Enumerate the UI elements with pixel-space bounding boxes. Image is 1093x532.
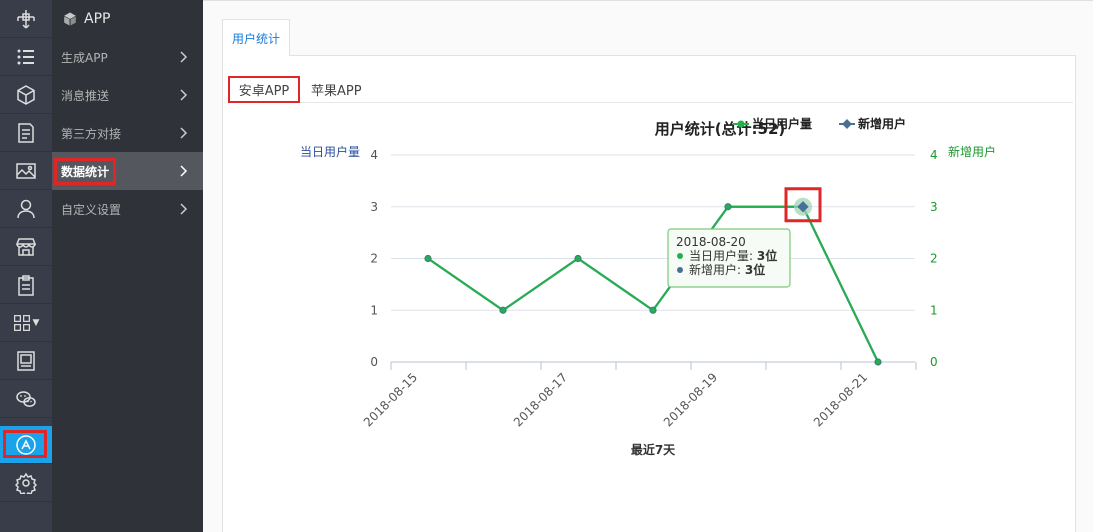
x-tick-label: 2018-08-19 (661, 370, 720, 429)
submenu-item-label: 消息推送 (61, 88, 110, 103)
y-tick-label-left: 3 (370, 200, 378, 214)
tooltip-row-value: 3位 (745, 262, 765, 277)
submenu-item-label: 数据统计 (54, 157, 117, 185)
tooltip-row-value: 3位 (757, 248, 777, 263)
document-icon[interactable] (0, 114, 52, 152)
cube-icon[interactable] (0, 76, 52, 114)
data-point (875, 359, 881, 365)
legend-label: 新增用户 (858, 116, 906, 131)
data-point (575, 256, 581, 261)
store-icon[interactable] (0, 228, 52, 266)
tab-user-statistics[interactable]: 用户统计 (222, 19, 291, 56)
clipboard-icon[interactable] (0, 266, 52, 304)
y-tick-label-left: 1 (370, 303, 378, 317)
submenu-item-statistics[interactable]: 数据统计 (52, 152, 203, 190)
legend-marker (842, 119, 852, 129)
legend-marker (737, 120, 745, 128)
data-point (425, 256, 431, 261)
chart-legend: 当日用户量 新增用户 (733, 116, 906, 131)
series-line (427, 205, 879, 363)
x-tick-label: 2018-08-15 (361, 370, 420, 429)
submenu-header: APP (52, 0, 203, 38)
tooltip-marker (677, 267, 683, 273)
submenu-item-push[interactable]: 消息推送 (52, 76, 203, 114)
tooltip-row-label: 新增用户: (689, 262, 745, 277)
settings-icon[interactable] (0, 464, 52, 502)
tooltip-row-label: 当日用户量: (689, 248, 757, 263)
y-tick-label-right: 4 (930, 148, 938, 162)
y-axis-right-label: 新增用户 (948, 144, 996, 159)
grid-icon[interactable]: ▼ (0, 304, 52, 342)
chart-tooltip: 2018-08-20 当日用户量: 3位 新增用户: 3位 (667, 228, 791, 288)
submenu: APP 生成APP 消息推送 第三方对接 数据统计 自定义设置 (52, 0, 203, 532)
submenu-item-label: 生成APP (61, 50, 108, 65)
x-tick-label: 2018-08-17 (511, 370, 570, 429)
chevron-right-icon (180, 165, 188, 177)
chevron-right-icon (180, 203, 188, 215)
user-icon[interactable] (0, 190, 52, 228)
app-store-icon[interactable] (0, 426, 52, 464)
y-tick-label-right: 1 (930, 303, 938, 317)
y-tick-label-right: 0 (930, 355, 938, 369)
y-tick-label-left: 4 (370, 148, 378, 162)
main-content: 用户统计 安卓APP 苹果APP 用户统计(总计:52) 当日用户量 新增用户 … (203, 0, 1093, 532)
submenu-item-third-party[interactable]: 第三方对接 (52, 114, 203, 152)
icon-rail: ▼ (0, 0, 52, 532)
y-tick-label-right: 2 (930, 252, 938, 266)
data-point (725, 204, 731, 210)
book-icon[interactable] (0, 342, 52, 380)
y-axis-left-label: 当日用户量 (300, 144, 360, 159)
cube-icon (64, 12, 76, 26)
tooltip-date: 2018-08-20 (676, 235, 746, 249)
compass-icon[interactable] (0, 0, 52, 38)
image-icon[interactable] (0, 152, 52, 190)
y-tick-label-left: 0 (370, 355, 378, 369)
chevron-down-icon: ▼ (32, 317, 40, 328)
chevron-right-icon (180, 127, 188, 139)
legend-label: 当日用户量 (752, 116, 812, 131)
series-line (427, 205, 879, 363)
data-point (500, 307, 506, 313)
submenu-item-label: 第三方对接 (61, 126, 122, 141)
data-point (650, 307, 656, 313)
y-tick-label-left: 2 (370, 252, 378, 266)
chevron-right-icon (180, 51, 188, 63)
submenu-item-custom-settings[interactable]: 自定义设置 (52, 190, 203, 228)
submenu-item-generate-app[interactable]: 生成APP (52, 38, 203, 76)
tooltip-marker (677, 253, 683, 259)
x-tick-label: 2018-08-21 (811, 370, 870, 429)
highlight-box (3, 430, 47, 458)
submenu-item-label: 自定义设置 (61, 202, 122, 217)
tooltip-row: 新增用户: 3位 (689, 262, 765, 277)
tooltip-row: 当日用户量: 3位 (689, 248, 777, 263)
y-tick-label-right: 3 (930, 200, 938, 214)
list-icon[interactable] (0, 38, 52, 76)
submenu-title: APP (84, 11, 111, 27)
wechat-icon[interactable] (0, 380, 52, 418)
x-axis-label: 最近7天 (631, 442, 676, 457)
chevron-right-icon (180, 89, 188, 101)
user-statistics-chart: 用户统计(总计:52) 当日用户量 新增用户 当日用户量 新增用户 01234 … (300, 116, 996, 457)
